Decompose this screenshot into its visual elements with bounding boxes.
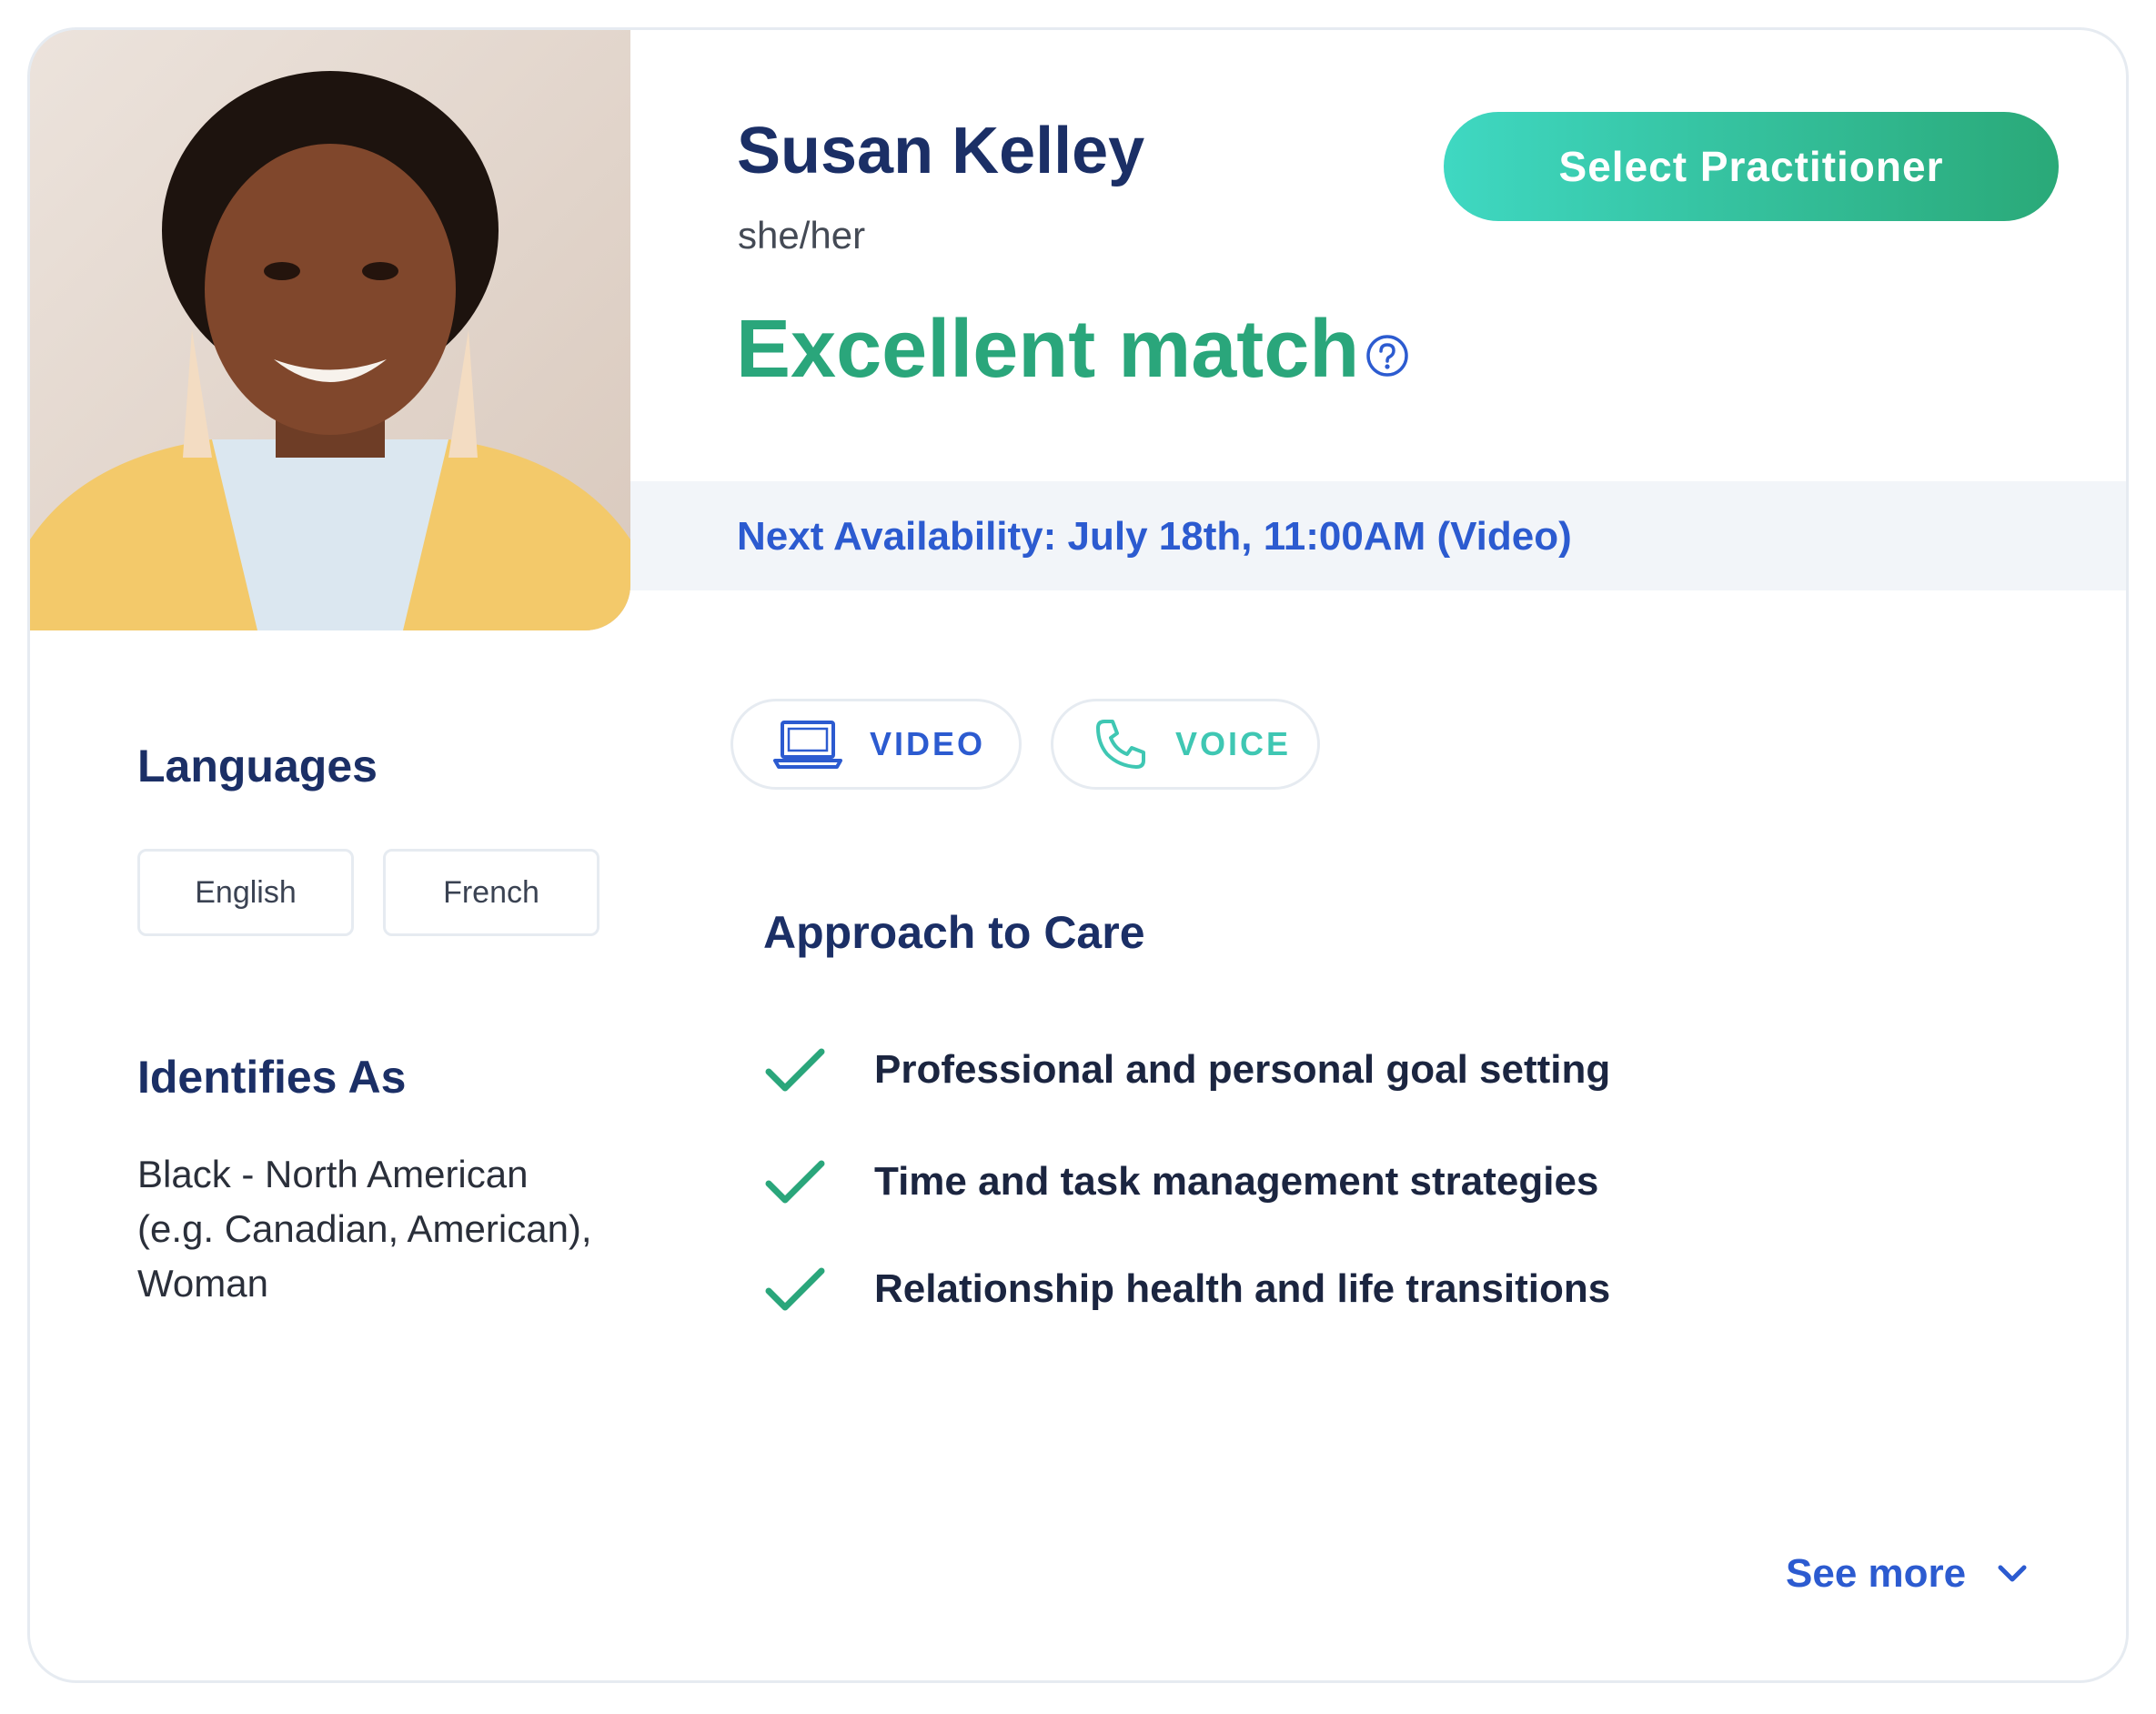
chevron-down-icon <box>1998 1565 2027 1582</box>
language-tag: English <box>137 849 354 936</box>
care-item-label: Time and task management strategies <box>874 1159 1599 1204</box>
laptop-icon <box>773 721 842 769</box>
care-item: Time and task management strategies <box>763 1156 1598 1207</box>
pronouns: she/her <box>738 214 866 257</box>
mode-voice-pill[interactable]: VOICE <box>1051 699 1320 790</box>
identifies-as-title: Identifies As <box>137 1052 407 1103</box>
next-availability: Next Availability: July 18th, 11:00AM (V… <box>737 514 1572 559</box>
identity-line: (e.g. Canadian, American), <box>137 1207 592 1250</box>
care-item: Relationship health and life transitions <box>763 1264 1610 1315</box>
language-tag: French <box>383 849 599 936</box>
phone-icon <box>1096 720 1145 769</box>
identity-line: Black - North American <box>137 1153 529 1195</box>
portrait-image <box>30 30 630 630</box>
see-more-label: See more <box>1786 1551 1967 1596</box>
mode-video-pill[interactable]: VIDEO <box>730 699 1022 790</box>
checkmark-icon <box>765 1267 825 1311</box>
practitioner-card: Susan Kelley she/her Select Practitioner… <box>27 27 2129 1683</box>
checkmark-icon <box>765 1160 825 1204</box>
match-rating: Excellent match <box>736 304 1360 395</box>
practitioner-photo <box>30 30 630 630</box>
care-item: Professional and personal goal setting <box>763 1044 1610 1095</box>
availability-bar: Next Availability: July 18th, 11:00AM (V… <box>630 481 2126 590</box>
help-icon[interactable] <box>1365 334 1409 378</box>
see-more-link[interactable]: See more <box>1786 1551 2028 1597</box>
checkmark-icon <box>765 1048 825 1092</box>
mode-voice-label: VOICE <box>1175 725 1292 762</box>
identity-line: Woman <box>137 1262 268 1305</box>
approach-to-care-title: Approach to Care <box>763 907 1145 958</box>
languages-title: Languages <box>137 741 378 791</box>
care-item-label: Relationship health and life transitions <box>874 1266 1611 1311</box>
select-practitioner-button[interactable]: Select Practitioner <box>1444 112 2059 221</box>
care-item-label: Professional and personal goal setting <box>874 1047 1611 1092</box>
identifies-as-text: Black - North American (e.g. Canadian, A… <box>137 1147 647 1311</box>
mode-video-label: VIDEO <box>870 725 986 762</box>
practitioner-name: Susan Kelley <box>737 115 1145 187</box>
